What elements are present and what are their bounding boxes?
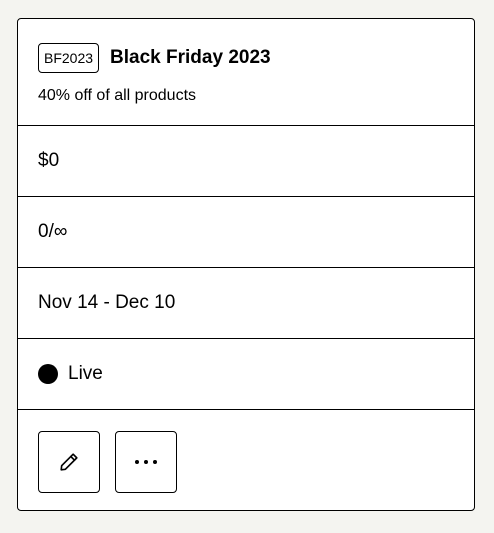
discount-name: Black Friday 2023 [110, 47, 271, 68]
pencil-icon [60, 452, 78, 471]
status-row: Live [18, 339, 474, 410]
uses-row: 0/∞ [18, 197, 474, 268]
discount-header: BF2023 Black Friday 2023 40% off of all … [18, 19, 474, 126]
discount-title-line: BF2023 Black Friday 2023 [38, 43, 454, 73]
status-dot-icon [38, 364, 58, 384]
date-range-value: Nov 14 - Dec 10 [38, 292, 176, 313]
discount-card: BF2023 Black Friday 2023 40% off of all … [17, 18, 475, 511]
discount-code-badge: BF2023 [38, 43, 100, 73]
actions-row [18, 410, 474, 510]
uses-value: 0/∞ [38, 221, 68, 242]
discount-description: 40% off of all products [38, 87, 197, 104]
date-range-row: Nov 14 - Dec 10 [18, 268, 474, 339]
status-label: Live [68, 363, 103, 384]
edit-button[interactable] [38, 430, 100, 493]
ellipsis-icon [135, 459, 157, 464]
more-options-button[interactable] [115, 430, 177, 493]
revenue-value: $0 [38, 150, 60, 171]
revenue-row: $0 [18, 126, 474, 197]
